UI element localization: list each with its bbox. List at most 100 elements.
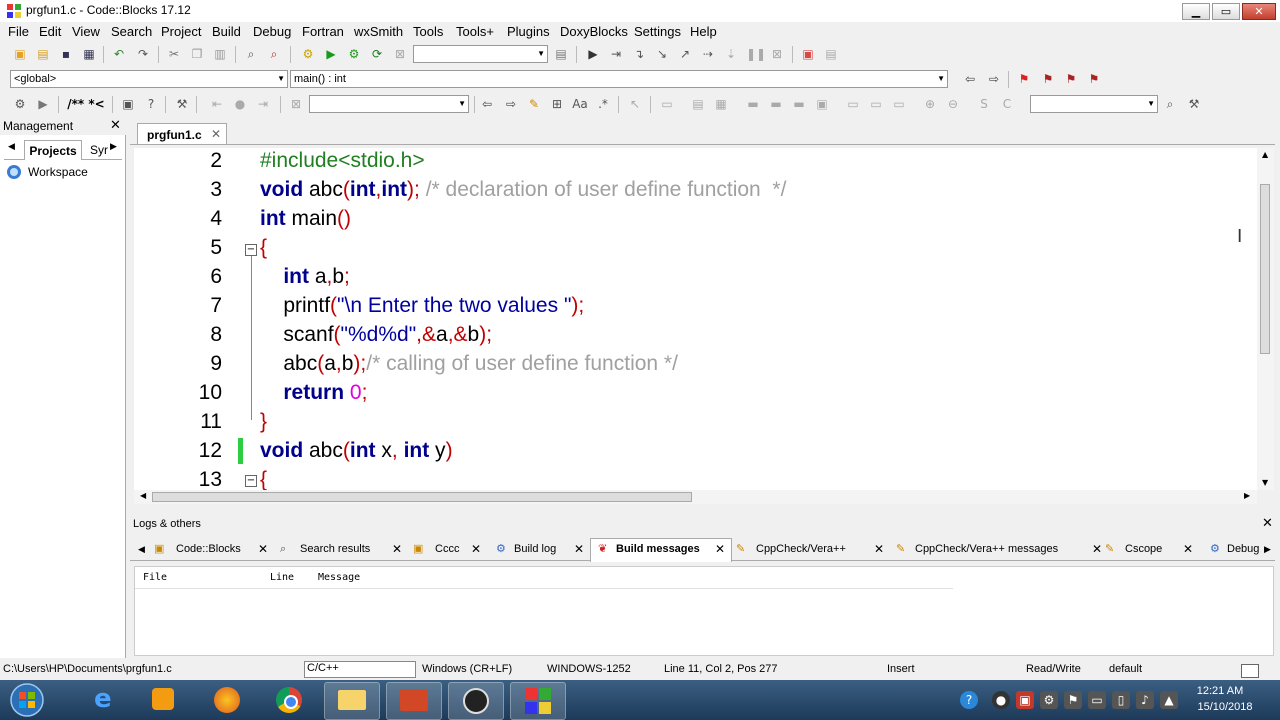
code-line[interactable]: abc(a,b);/* calling of user define funct… bbox=[260, 352, 678, 376]
save-all-icon[interactable]: ▦ bbox=[81, 46, 97, 62]
fold-toggle-icon-2[interactable]: − bbox=[245, 475, 257, 487]
menu-file[interactable]: File bbox=[8, 24, 29, 39]
next-line-icon[interactable]: ↴ bbox=[631, 46, 647, 62]
s-icon[interactable]: S bbox=[976, 96, 992, 112]
column-line[interactable]: Line bbox=[270, 572, 294, 583]
menu-project[interactable]: Project bbox=[161, 24, 201, 39]
media-player-icon[interactable] bbox=[138, 682, 192, 718]
redo-icon[interactable]: ↷ bbox=[135, 46, 151, 62]
wx-icon-3[interactable]: ▬ bbox=[745, 96, 761, 112]
refresh-icon[interactable]: C bbox=[999, 96, 1015, 112]
tab-cccc[interactable]: ▣ Cccc ✕ bbox=[413, 539, 485, 560]
zoom-out-icon[interactable]: ⊖ bbox=[945, 96, 961, 112]
tab-search-results[interactable]: ⌕ Search results ✕ bbox=[280, 539, 408, 560]
highlight-icon[interactable]: ✎ bbox=[526, 96, 542, 112]
vscroll-thumb[interactable] bbox=[1260, 184, 1270, 354]
start-button-icon[interactable] bbox=[8, 682, 46, 718]
html-output-icon[interactable]: ▣ bbox=[120, 96, 136, 112]
battery-icon[interactable]: ▯ bbox=[1112, 691, 1130, 709]
menu-edit[interactable]: Edit bbox=[39, 24, 61, 39]
minimize-button[interactable]: ▁ bbox=[1182, 3, 1210, 20]
logs-scroll-right-icon[interactable]: ▶ bbox=[1264, 539, 1271, 560]
code-editor[interactable]: 2 #include<stdio.h> 3 void abc(int,int); /*… bbox=[134, 148, 1273, 490]
abort-icon[interactable]: ⊠ bbox=[392, 46, 408, 62]
replace-icon[interactable]: ⌕ bbox=[266, 46, 282, 62]
network-icon[interactable]: ▲ bbox=[1160, 691, 1178, 709]
menu-doxyblocks[interactable]: DoxyBlocks bbox=[560, 24, 628, 39]
management-close-icon[interactable]: ✕ bbox=[110, 117, 121, 133]
jump-forward-icon[interactable]: ⇨ bbox=[986, 71, 1002, 87]
presentation-app-icon[interactable] bbox=[386, 682, 442, 720]
match-case-icon[interactable]: Aa bbox=[572, 96, 588, 112]
tab-scroll-left-icon[interactable]: ◀ bbox=[8, 142, 15, 152]
block-icon[interactable]: ▭ bbox=[659, 96, 675, 112]
tab-scroll-right-icon[interactable]: ▶ bbox=[110, 142, 117, 152]
prev-icon[interactable]: ⇤ bbox=[209, 96, 225, 112]
next-icon[interactable]: ⇥ bbox=[255, 96, 271, 112]
editor-hscroll[interactable]: ◀ ▶ bbox=[134, 490, 1257, 504]
code-line[interactable]: void abc(int x, int y) bbox=[260, 439, 453, 463]
open-icon[interactable]: ▤ bbox=[35, 46, 51, 62]
close-tab-icon[interactable]: ✕ bbox=[471, 539, 481, 560]
jump-back-icon[interactable]: ⇦ bbox=[962, 71, 978, 87]
cut-icon[interactable]: ✂ bbox=[166, 46, 182, 62]
menu-tools-plus[interactable]: Tools+ bbox=[456, 24, 494, 39]
volume-icon[interactable]: ♪ bbox=[1136, 691, 1154, 709]
debug-run-icon[interactable]: ▶ bbox=[585, 46, 601, 62]
menu-help[interactable]: Help bbox=[690, 24, 717, 39]
tab-debug[interactable]: ⚙ Debug bbox=[1210, 539, 1265, 560]
status-language[interactable]: C/C++ bbox=[304, 661, 416, 678]
new-file-icon[interactable]: ▣ bbox=[12, 46, 28, 62]
fold-toggle-icon[interactable]: − bbox=[245, 244, 257, 256]
settings-icon[interactable]: ⚒ bbox=[1186, 96, 1202, 112]
search-run-icon[interactable]: ⌕ bbox=[1162, 96, 1178, 112]
various-info-icon[interactable]: ▤ bbox=[823, 46, 839, 62]
close-tab-icon[interactable]: ✕ bbox=[1183, 539, 1193, 560]
wx-icon-7[interactable]: ▭ bbox=[845, 96, 861, 112]
code-line[interactable]: } bbox=[260, 410, 267, 434]
debug-windows-icon[interactable]: ▣ bbox=[800, 46, 816, 62]
wx-icon-8[interactable]: ▭ bbox=[868, 96, 884, 112]
hscroll-thumb[interactable] bbox=[152, 492, 692, 502]
pause-icon[interactable]: ❚❚ bbox=[746, 46, 766, 62]
code-line[interactable]: printf("\n Enter the two values "); bbox=[260, 294, 584, 318]
menu-build[interactable]: Build bbox=[212, 24, 241, 39]
clear-bookmarks-icon[interactable]: ⚑ bbox=[1086, 71, 1102, 87]
close-button[interactable]: ✕ bbox=[1242, 3, 1276, 20]
menu-search[interactable]: Search bbox=[111, 24, 152, 39]
menu-wxsmith[interactable]: wxSmith bbox=[354, 24, 403, 39]
selection-only-icon[interactable]: ⊞ bbox=[549, 96, 565, 112]
step-out-icon[interactable]: ↗ bbox=[677, 46, 693, 62]
clock-time[interactable]: 12:21 AM bbox=[1190, 685, 1250, 697]
maximize-button[interactable]: ▭ bbox=[1212, 3, 1240, 20]
code-line[interactable]: scanf("%d%d",&a,&b); bbox=[260, 323, 492, 347]
code-line[interactable]: #include<stdio.h> bbox=[260, 149, 425, 173]
menu-view[interactable]: View bbox=[72, 24, 100, 39]
target-dialog-icon[interactable]: ▤ bbox=[553, 46, 569, 62]
close-tab-icon[interactable]: ✕ bbox=[258, 539, 268, 560]
build-messages-list[interactable]: File Line Message bbox=[134, 566, 1274, 656]
next-bookmark-icon[interactable]: ⚑ bbox=[1063, 71, 1079, 87]
zoom-in-icon[interactable]: ⊕ bbox=[922, 96, 938, 112]
copy-icon[interactable]: ❐ bbox=[189, 46, 205, 62]
obs-tray-icon[interactable]: ● bbox=[992, 691, 1010, 709]
tab-build-log[interactable]: ⚙ Build log ✕ bbox=[496, 539, 591, 560]
toggle-bookmark-icon[interactable]: ⚑ bbox=[1016, 71, 1032, 87]
build-target-select[interactable]: ▼ bbox=[413, 45, 548, 63]
tab-projects[interactable]: Projects bbox=[24, 140, 82, 160]
code-line[interactable]: void abc(int,int); /* declaration of use… bbox=[260, 178, 786, 202]
clock-date[interactable]: 15/10/2018 bbox=[1190, 701, 1260, 713]
action-center-icon[interactable]: ⚑ bbox=[1064, 691, 1082, 709]
extra-select[interactable]: ▼ bbox=[1030, 95, 1158, 113]
close-tab-icon[interactable]: ✕ bbox=[715, 539, 725, 560]
stop-debug-icon[interactable]: ⊠ bbox=[769, 46, 785, 62]
build-icon[interactable]: ⚙ bbox=[300, 46, 316, 62]
firefox-icon[interactable] bbox=[200, 682, 254, 718]
code-line[interactable]: { bbox=[260, 468, 267, 490]
tab-cppcheck[interactable]: ✎ CppCheck/Vera++ ✕ bbox=[736, 539, 886, 560]
internet-explorer-icon[interactable]: e bbox=[80, 682, 134, 718]
obs-icon[interactable] bbox=[448, 682, 504, 720]
close-tab-icon[interactable]: ✕ bbox=[874, 539, 884, 560]
code-line[interactable]: { bbox=[260, 236, 267, 260]
step-instruction-icon[interactable]: ⇣ bbox=[723, 46, 739, 62]
